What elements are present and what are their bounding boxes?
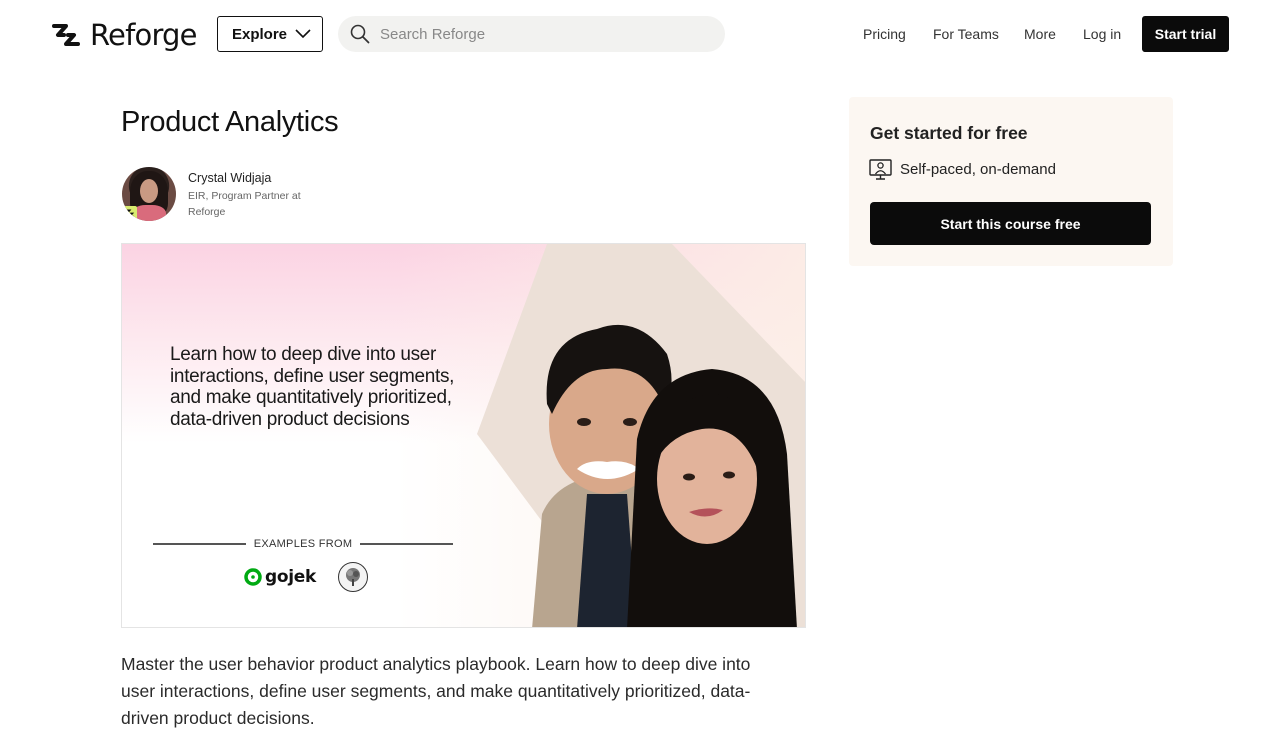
- nav-link-log-in[interactable]: Log in: [1083, 26, 1121, 42]
- reforge-logo[interactable]: Reforge: [50, 18, 198, 52]
- hero-headline: Learn how to deep dive into user interac…: [170, 344, 455, 430]
- get-started-card: Get started for free Self-paced, on-dema…: [849, 97, 1173, 266]
- instructors-photo: [477, 244, 805, 627]
- start-trial-button[interactable]: Start trial: [1142, 16, 1229, 52]
- card-feature: Self-paced, on-demand: [869, 159, 1056, 180]
- explore-label: Explore: [232, 25, 288, 43]
- nav-link-pricing[interactable]: Pricing: [863, 26, 906, 42]
- card-feature-label: Self-paced, on-demand: [900, 161, 1056, 178]
- examples-divider: EXAMPLES FROM: [153, 538, 454, 550]
- card-title: Get started for free: [870, 123, 1028, 143]
- chevron-down-icon: [295, 29, 311, 39]
- tree-logo-icon: [338, 562, 369, 592]
- reforge-logo-icon: [52, 24, 80, 46]
- nav-link-more[interactable]: More: [1024, 26, 1056, 42]
- avatar-shirt: [132, 205, 166, 221]
- explore-dropdown[interactable]: Explore: [217, 16, 323, 52]
- search-input[interactable]: [380, 25, 700, 43]
- course-description: Master the user behavior product analyti…: [121, 654, 751, 728]
- reforge-badge-icon: [122, 206, 137, 221]
- example-logos: gojek: [244, 562, 369, 592]
- logo-text: Reforge: [90, 18, 198, 52]
- top-nav: Reforge Explore Pricing For Teams More L…: [0, 0, 1280, 68]
- avatar-face: [140, 179, 158, 203]
- avatar: [122, 167, 176, 221]
- gojek-logo: gojek: [244, 567, 316, 587]
- monitor-person-icon: [869, 159, 892, 180]
- page-title: Product Analytics: [121, 106, 339, 138]
- author-text: Crystal Widjaja EIR, Program Partner at …: [188, 167, 318, 221]
- gojek-wordmark: gojek: [265, 567, 317, 587]
- divider-line-left: [153, 543, 246, 545]
- examples-label: EXAMPLES FROM: [253, 538, 353, 550]
- author-name[interactable]: Crystal Widjaja: [188, 171, 318, 185]
- start-course-free-button[interactable]: Start this course free: [870, 202, 1151, 245]
- search-icon: [350, 24, 370, 44]
- author-info: Crystal Widjaja EIR, Program Partner at …: [122, 167, 318, 221]
- course-hero-image: Learn how to deep dive into user interac…: [121, 243, 806, 628]
- gojek-icon: [244, 568, 262, 586]
- divider-line-right: [360, 543, 454, 545]
- nav-link-for-teams[interactable]: For Teams: [933, 26, 999, 42]
- search-bar[interactable]: [338, 16, 725, 52]
- author-role: EIR, Program Partner at Reforge: [188, 190, 301, 218]
